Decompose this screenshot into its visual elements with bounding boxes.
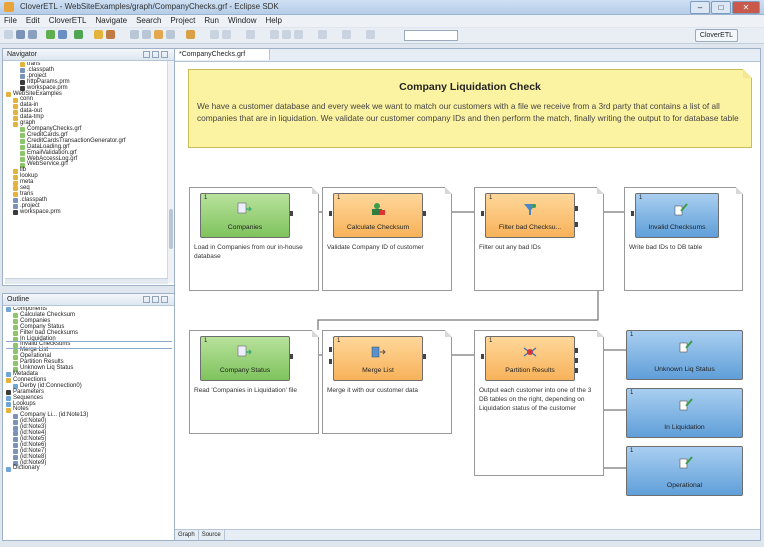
output-port[interactable] bbox=[423, 354, 426, 359]
card-companies[interactable]: 1 Companies Load in Companies from our i… bbox=[189, 187, 319, 291]
output-port[interactable] bbox=[575, 206, 578, 211]
card-fold bbox=[597, 187, 604, 194]
reader-icon bbox=[237, 345, 252, 357]
card-invalid-checksums[interactable]: 1 Invalid Checksums Write bad IDs to DB … bbox=[624, 187, 743, 291]
component-description: Load in Companies from our in-house data… bbox=[194, 244, 303, 260]
component-partition-results[interactable]: 1 Partition Results bbox=[485, 336, 575, 381]
component-calculate-checksum[interactable]: 1 Calculate Checksum bbox=[333, 193, 423, 238]
note-body: We have a customer database and every we… bbox=[197, 101, 739, 123]
input-port[interactable] bbox=[631, 211, 634, 216]
filter-icon bbox=[524, 204, 536, 215]
card-fold bbox=[445, 187, 452, 194]
component-operational[interactable]: 1 Operational bbox=[626, 446, 743, 496]
component-invalid-checksums[interactable]: 1 Invalid Checksums bbox=[635, 193, 719, 238]
component-label: Company Status bbox=[219, 367, 271, 374]
component-description: Merge it with our customer data bbox=[327, 387, 419, 394]
card-checksum[interactable]: 1 Calculate Checksum Validate Company ID… bbox=[322, 187, 452, 291]
db-writer-icon bbox=[679, 456, 693, 469]
card-fold bbox=[312, 330, 319, 337]
component-phase: 1 bbox=[489, 338, 493, 344]
component-phase: 1 bbox=[630, 332, 634, 338]
output-port[interactable] bbox=[575, 348, 578, 353]
note-title: Company Liquidation Check bbox=[399, 81, 541, 93]
component-phase: 1 bbox=[337, 195, 341, 201]
component-label: Operational bbox=[666, 482, 703, 489]
component-label: In Liquidation bbox=[664, 424, 705, 431]
card-fold bbox=[736, 187, 743, 194]
reader-icon bbox=[237, 202, 252, 214]
component-phase: 1 bbox=[630, 390, 634, 396]
component-phase: 1 bbox=[630, 448, 634, 454]
card-merge-list[interactable]: 1 Merge List Merge it with our customer … bbox=[322, 330, 452, 434]
card-filter[interactable]: 1 Filter bad Checksu... Filter out any b… bbox=[474, 187, 604, 291]
component-phase: 1 bbox=[204, 195, 208, 201]
card-partition-results[interactable]: 1 Partition Results Output each customer… bbox=[474, 330, 604, 476]
output-port[interactable] bbox=[290, 354, 293, 359]
component-companies[interactable]: 1 Companies bbox=[200, 193, 290, 238]
component-phase: 1 bbox=[639, 195, 643, 201]
component-phase: 1 bbox=[204, 338, 208, 344]
component-company-status[interactable]: 1 Company Status bbox=[200, 336, 290, 381]
component-label: Filter bad Checksu... bbox=[498, 224, 562, 231]
output-port[interactable] bbox=[423, 211, 426, 216]
component-label: Partition Results bbox=[505, 367, 555, 374]
component-description: Write bad IDs to DB table bbox=[629, 244, 703, 251]
component-phase: 1 bbox=[337, 338, 341, 344]
note-company-liquidation[interactable]: Company Liquidation Check We have a cust… bbox=[188, 69, 752, 148]
component-label: Calculate Checksum bbox=[346, 224, 410, 231]
input-port[interactable] bbox=[329, 211, 332, 216]
reject-port[interactable] bbox=[575, 222, 578, 227]
component-filter-bad-checksums[interactable]: 1 Filter bad Checksu... bbox=[485, 193, 575, 238]
card-fold bbox=[312, 187, 319, 194]
component-description: Validate Company ID of customer bbox=[327, 244, 424, 251]
component-description: Filter out any bad IDs bbox=[479, 244, 541, 251]
db-writer-icon bbox=[679, 340, 693, 353]
input-port[interactable] bbox=[481, 354, 484, 359]
input-port[interactable] bbox=[481, 211, 484, 216]
status-bar bbox=[0, 541, 764, 547]
component-merge-list[interactable]: 1 Merge List bbox=[333, 336, 423, 381]
component-label: Companies bbox=[227, 224, 263, 231]
component-label: Unknown Liq Status bbox=[654, 366, 715, 373]
component-label: Invalid Checksums bbox=[648, 224, 706, 231]
input-port[interactable] bbox=[329, 347, 332, 352]
card-fold bbox=[445, 330, 452, 337]
component-unknown-liq-status[interactable]: 1 Unknown Liq Status bbox=[626, 330, 743, 380]
reformat-icon bbox=[372, 203, 385, 215]
component-phase: 1 bbox=[489, 195, 493, 201]
join-icon bbox=[371, 346, 386, 358]
db-writer-icon bbox=[679, 398, 693, 411]
partition-icon bbox=[523, 347, 537, 357]
db-writer-icon bbox=[674, 203, 688, 216]
output-port[interactable] bbox=[575, 358, 578, 363]
card-fold bbox=[597, 330, 604, 337]
component-label: Merge List bbox=[362, 367, 394, 374]
component-description: Output each customer into one of the 3 D… bbox=[479, 387, 592, 412]
component-in-liquidation[interactable]: 1 In Liquidation bbox=[626, 388, 743, 438]
output-port[interactable] bbox=[290, 211, 293, 216]
output-port[interactable] bbox=[575, 368, 578, 373]
component-description: Read 'Companies in Liquidation' file bbox=[194, 387, 297, 394]
note-fold bbox=[743, 69, 752, 78]
input-port[interactable] bbox=[329, 359, 332, 364]
card-company-status[interactable]: 1 Company Status Read 'Companies in Liqu… bbox=[189, 330, 319, 434]
